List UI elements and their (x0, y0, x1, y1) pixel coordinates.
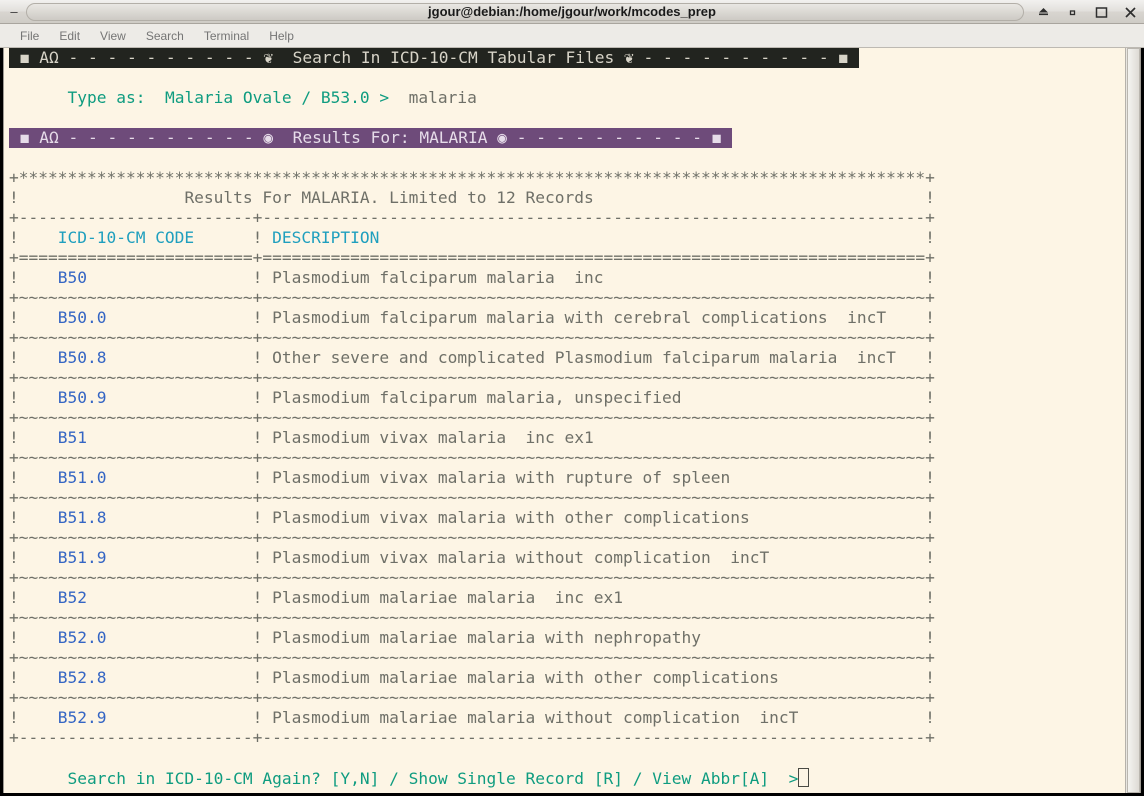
row-description: Plasmodium vivax malaria with other comp… (272, 508, 750, 527)
table-row-separator: +~~~~~~~~~~~~~~~~~~~~~~~~+~~~~~~~~~~~~~~… (9, 648, 935, 667)
row-code: B50 (57, 268, 87, 287)
search-hint: Malaria Ovale / B53.0 > (164, 88, 390, 107)
table-row-separator: +~~~~~~~~~~~~~~~~~~~~~~~~+~~~~~~~~~~~~~~… (9, 328, 935, 347)
row-description: Plasmodium vivax malaria inc ex1 (272, 428, 594, 447)
row-description: Plasmodium malariae malaria with nephrop… (272, 628, 701, 647)
table-row: ! B52 ! Plasmodium malariae malaria inc … (9, 588, 935, 607)
menubar: File Edit View Search Terminal Help (0, 24, 1144, 48)
terminal-scrollbar[interactable] (1125, 48, 1141, 793)
close-window-icon[interactable] (1123, 5, 1138, 20)
menu-item-help[interactable]: Help (259, 27, 304, 45)
table-row-separator: +~~~~~~~~~~~~~~~~~~~~~~~~+~~~~~~~~~~~~~~… (9, 488, 935, 507)
results-header-bar-line: ◼ AΩ - - - - - - - - - - ◉ Results For: … (9, 128, 1119, 148)
table-row: ! B51.9 ! Plasmodium vivax malaria witho… (9, 548, 935, 567)
table-top-border: +***************************************… (9, 168, 935, 187)
table-row: ! B51 ! Plasmodium vivax malaria inc ex1… (9, 428, 935, 447)
row-code: B51.8 (57, 508, 107, 527)
menu-item-view[interactable]: View (90, 27, 136, 45)
row-code: B51.0 (57, 468, 107, 487)
row-code: B50.9 (57, 388, 107, 407)
search-input-value[interactable]: malaria (409, 88, 477, 107)
type-as-line: Type as: Malaria Ovale / B53.0 > malaria (9, 88, 1119, 108)
titlebar-pill (26, 3, 1024, 21)
titlebar: – jgour@debian:/home/jgour/work/mcodes_p… (0, 0, 1144, 24)
table-row: ! B50 ! Plasmodium falciparum malaria in… (9, 268, 935, 287)
table-header-row: ! ICD-10-CM CODE ! DESCRIPTION ! (9, 228, 935, 247)
column-header-description: DESCRIPTION (272, 228, 380, 247)
table-row-separator: +~~~~~~~~~~~~~~~~~~~~~~~~+~~~~~~~~~~~~~~… (9, 528, 935, 547)
row-code: B52 (57, 588, 87, 607)
window-left-edge (0, 48, 3, 796)
row-description: Plasmodium vivax malaria with rupture of… (272, 468, 731, 487)
table-caption: Results For MALARIA. Limited to 12 Recor… (184, 188, 594, 207)
table-row-separator: +~~~~~~~~~~~~~~~~~~~~~~~~+~~~~~~~~~~~~~~… (9, 288, 935, 307)
menu-item-edit[interactable]: Edit (49, 27, 90, 45)
row-code: B51 (57, 428, 87, 447)
table-row-separator: +~~~~~~~~~~~~~~~~~~~~~~~~+~~~~~~~~~~~~~~… (9, 448, 935, 467)
shade-window-icon[interactable] (1036, 5, 1051, 20)
row-code: B50.0 (57, 308, 107, 327)
table-row: ! B50.0 ! Plasmodium falciparum malaria … (9, 308, 935, 327)
table-row-separator: +~~~~~~~~~~~~~~~~~~~~~~~~+~~~~~~~~~~~~~~… (9, 568, 935, 587)
table-row: ! B51.0 ! Plasmodium vivax malaria with … (9, 468, 935, 487)
terminal-window: – jgour@debian:/home/jgour/work/mcodes_p… (0, 0, 1144, 796)
table-row-separator: +~~~~~~~~~~~~~~~~~~~~~~~~+~~~~~~~~~~~~~~… (9, 608, 935, 627)
row-description: Other severe and complicated Plasmodium … (272, 348, 896, 367)
table-caption-separator: +------------------------+--------------… (9, 208, 935, 227)
row-description: Plasmodium malariae malaria without comp… (272, 708, 799, 727)
terminal-content: ◼ AΩ - - - - - - - - - - ❦ Search In ICD… (9, 48, 1119, 788)
table-row-separator: +~~~~~~~~~~~~~~~~~~~~~~~~+~~~~~~~~~~~~~~… (9, 688, 935, 707)
table-row: ! B52.8 ! Plasmodium malariae malaria wi… (9, 668, 935, 687)
table-row-separator: +~~~~~~~~~~~~~~~~~~~~~~~~+~~~~~~~~~~~~~~… (9, 408, 935, 427)
app-header-bar: ◼ AΩ - - - - - - - - - - ❦ Search In ICD… (9, 48, 859, 68)
minimize-window-icon[interactable] (1065, 5, 1080, 20)
table-row: ! B50.9 ! Plasmodium falciparum malaria,… (9, 388, 935, 407)
row-description: Plasmodium vivax malaria without complic… (272, 548, 770, 567)
maximize-window-icon[interactable] (1094, 5, 1109, 20)
scrollbar-thumb[interactable] (1127, 48, 1140, 793)
window-shade-left-button[interactable]: – (6, 4, 22, 20)
row-code: B52.9 (57, 708, 107, 727)
table-row: ! B51.8 ! Plasmodium vivax malaria with … (9, 508, 935, 527)
menu-item-terminal[interactable]: Terminal (194, 27, 259, 45)
app-header-bar-line: ◼ AΩ - - - - - - - - - - ❦ Search In ICD… (9, 48, 1119, 68)
table-row: ! B52.0 ! Plasmodium malariae malaria wi… (9, 628, 935, 647)
column-header-code: ICD-10-CM CODE (57, 228, 195, 247)
row-code: B51.9 (57, 548, 107, 567)
menu-item-search[interactable]: Search (136, 27, 194, 45)
menu-item-file[interactable]: File (10, 27, 49, 45)
terminal-screen[interactable]: ◼ AΩ - - - - - - - - - - ❦ Search In ICD… (3, 48, 1125, 793)
window-controls (1036, 2, 1138, 22)
row-code: B50.8 (57, 348, 107, 367)
table-caption-line: ! Results For MALARIA. Limited to 12 Rec… (9, 188, 935, 207)
table-row: ! B50.8 ! Other severe and complicated P… (9, 348, 935, 367)
footer-prompt: Search in ICD-10-CM Again? [Y,N] / Show … (67, 769, 799, 788)
footer-prompt-line: Search in ICD-10-CM Again? [Y,N] / Show … (9, 768, 1119, 788)
row-description: Plasmodium falciparum malaria with cereb… (272, 308, 887, 327)
results-header-bar: ◼ AΩ - - - - - - - - - - ◉ Results For: … (9, 128, 733, 148)
row-description: Plasmodium falciparum malaria, unspecifi… (272, 388, 682, 407)
table-row-separator: +~~~~~~~~~~~~~~~~~~~~~~~~+~~~~~~~~~~~~~~… (9, 368, 935, 387)
row-code: B52.0 (57, 628, 107, 647)
row-code: B52.8 (57, 668, 107, 687)
row-description: Plasmodium falciparum malaria inc (272, 268, 604, 287)
table-header-separator: +========================+==============… (9, 248, 935, 267)
type-as-label: Type as: (67, 88, 146, 107)
terminal-cursor[interactable] (798, 768, 810, 787)
row-description: Plasmodium malariae malaria with other c… (272, 668, 779, 687)
row-description: Plasmodium malariae malaria inc ex1 (272, 588, 624, 607)
table-row: ! B52.9 ! Plasmodium malariae malaria wi… (9, 708, 935, 727)
table-bottom-border: +------------------------+--------------… (9, 728, 935, 747)
